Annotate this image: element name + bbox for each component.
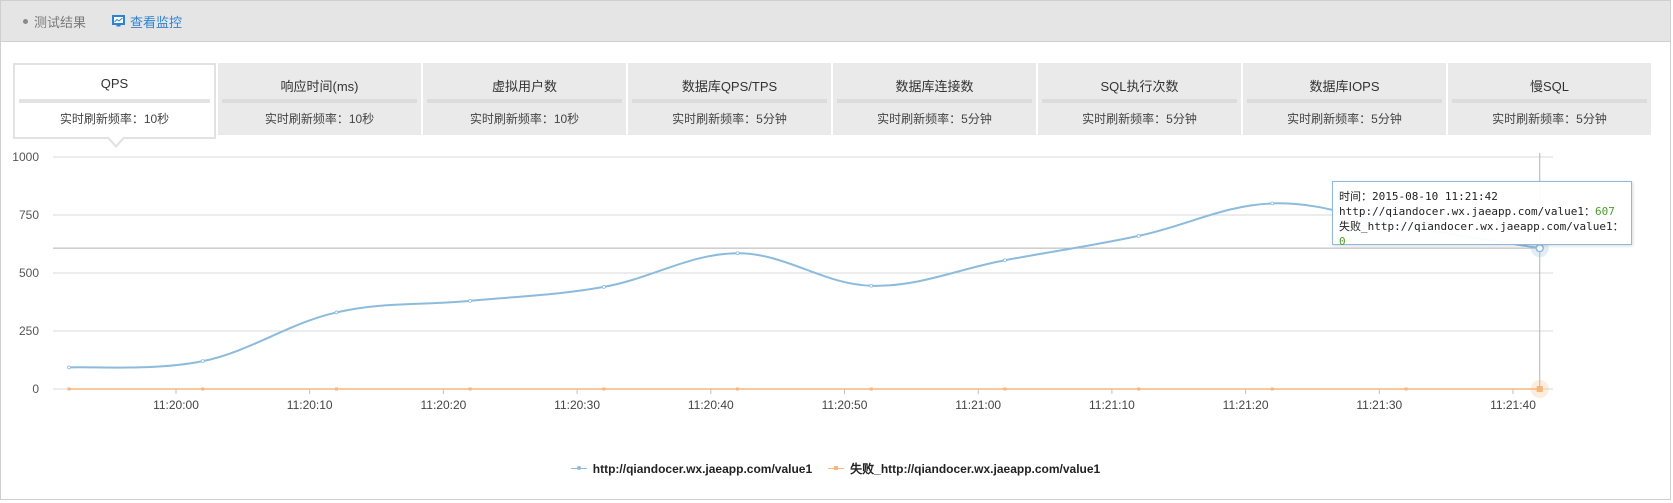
x-tick-label: 11:21:20	[1223, 398, 1269, 412]
panel-header: 测试结果 查看监控	[1, 1, 1670, 42]
legend-label-series1: http://qiandocer.wx.jaeapp.com/value1	[592, 461, 813, 476]
series-point-value1	[1136, 233, 1141, 238]
series-point-value1	[869, 283, 874, 288]
tab-refresh-rate: 实时刷新频率：5分钟	[1287, 112, 1402, 126]
tab-refresh-rate: 实时刷新频率：5分钟	[877, 112, 992, 126]
tooltip-series1-label: http://qiandocer.wx.jaeapp.com/value1：	[1339, 205, 1596, 218]
tab-divider	[1042, 99, 1237, 103]
tooltip-series2-label: 失败_http://qiandocer.wx.jaeapp.com/value1…	[1339, 220, 1624, 233]
series-point-fail	[201, 387, 205, 391]
series-point-value1	[601, 285, 606, 289]
tooltip-time: 时间：2015-08-10 11:21:42	[1339, 190, 1498, 203]
tab-slow-sql[interactable]: 慢SQL 实时刷新频率：5分钟	[1448, 63, 1651, 135]
tab-name: 慢SQL	[1529, 79, 1569, 94]
series-point-value1	[1270, 201, 1275, 206]
series-point-fail	[869, 387, 873, 391]
tab-name: 数据库QPS/TPS	[681, 79, 778, 94]
tab-qps[interactable]: QPS 实时刷新频率：10秒	[13, 63, 216, 148]
series-point-fail	[1404, 387, 1408, 391]
tooltip-series2-value: 0	[1339, 235, 1346, 248]
chart-tooltip: 时间：2015-08-10 11:21:42 http://qiandocer.…	[1332, 181, 1632, 248]
y-tick-label: 1000	[12, 150, 39, 164]
hover-point-fail	[1536, 386, 1543, 392]
legend-label-series2: 失败_http://qiandocer.wx.jaeapp.com/value1	[850, 462, 1101, 476]
series-point-value1	[200, 359, 205, 364]
series-point-value1	[468, 298, 473, 303]
view-monitor-label: 查看监控	[130, 14, 183, 30]
tab-sql-executions[interactable]: SQL执行次数 实时刷新频率：5分钟	[1038, 63, 1241, 135]
tab-name: 响应时间(ms)	[280, 79, 359, 94]
x-tick-label: 11:20:00	[153, 398, 199, 412]
tab-refresh-rate: 实时刷新频率：5分钟	[1492, 112, 1607, 126]
tab-divider	[837, 99, 1032, 103]
tab-db-iops[interactable]: 数据库IOPS 实时刷新频率：5分钟	[1243, 63, 1446, 135]
legend-item-series2[interactable]: 失败_http://qiandocer.wx.jaeapp.com/value1	[828, 460, 1100, 477]
y-tick-label: 250	[19, 324, 39, 338]
series-point-fail	[1003, 387, 1007, 391]
x-tick-label: 11:20:20	[420, 398, 466, 412]
series-point-fail	[602, 387, 606, 391]
tab-refresh-rate: 实时刷新频率：10秒	[469, 112, 580, 126]
test-result-panel: 测试结果 查看监控 QPS 实时刷新频率：10秒 响应时间(ms) 实时刷新频率…	[0, 0, 1671, 500]
y-tick-label: 500	[19, 266, 39, 280]
tab-refresh-rate: 实时刷新频率：5分钟	[1082, 112, 1197, 126]
x-tick-label: 11:20:30	[554, 398, 600, 412]
tab-refresh-rate: 实时刷新频率：10秒	[59, 112, 170, 126]
chart-legend: http://qiandocer.wx.jaeapp.com/value1 失败…	[1, 460, 1670, 477]
tab-name: 虚拟用户数	[491, 79, 557, 94]
tab-virtual-users[interactable]: 虚拟用户数 实时刷新频率：10秒	[423, 63, 626, 135]
tab-name: 数据库连接数	[895, 79, 974, 94]
tab-db-connections[interactable]: 数据库连接数 实时刷新频率：5分钟	[833, 63, 1036, 135]
tab-divider	[427, 99, 622, 103]
tooltip-series1-row: http://qiandocer.wx.jaeapp.com/value1：60…	[1339, 204, 1625, 219]
tab-divider	[1452, 99, 1647, 103]
tooltip-series1-value: 607	[1595, 205, 1615, 218]
series-point-fail	[334, 387, 338, 391]
bullet-icon	[23, 18, 28, 24]
series-point-fail	[67, 387, 71, 391]
tab-divider	[19, 99, 210, 103]
y-tick-label: 0	[32, 382, 39, 396]
legend-item-series1[interactable]: http://qiandocer.wx.jaeapp.com/value1	[570, 460, 813, 477]
test-result-label: 测试结果	[34, 14, 87, 30]
series-line-value1	[68, 202, 1540, 369]
x-tick-label: 11:21:40	[1490, 398, 1536, 412]
x-tick-label: 11:21:30	[1356, 398, 1402, 412]
tab-db-qps-tps[interactable]: 数据库QPS/TPS 实时刷新频率：5分钟	[628, 63, 831, 135]
series-point-fail	[736, 387, 740, 391]
legend-swatch-series2	[828, 465, 845, 472]
y-tick-label: 750	[19, 208, 39, 222]
view-monitor-link[interactable]: 查看监控	[112, 12, 182, 31]
legend-swatch-series1	[570, 465, 587, 472]
series-point-fail	[1137, 387, 1141, 391]
series-point-value1	[1003, 258, 1007, 263]
x-tick-label: 11:21:00	[955, 398, 1001, 412]
test-result-tab[interactable]: 测试结果	[23, 12, 86, 31]
tab-name: SQL执行次数	[1100, 79, 1179, 94]
tab-divider	[1247, 99, 1442, 103]
tab-refresh-rate: 实时刷新频率：10秒	[264, 112, 375, 126]
tab-name: QPS	[100, 76, 129, 91]
x-tick-label: 11:20:50	[822, 398, 868, 412]
tab-response-time[interactable]: 响应时间(ms) 实时刷新频率：10秒	[218, 63, 421, 135]
tab-refresh-rate: 实时刷新频率：5分钟	[672, 112, 787, 126]
x-tick-label: 11:20:40	[688, 398, 734, 412]
tab-name: 数据库IOPS	[1309, 79, 1380, 94]
metric-tabs: QPS 实时刷新频率：10秒 响应时间(ms) 实时刷新频率：10秒 虚拟用户数…	[13, 63, 1653, 148]
series-point-value1	[67, 365, 71, 370]
x-tick-label: 11:21:10	[1089, 398, 1135, 412]
series-point-value1	[334, 310, 339, 315]
x-tick-label: 11:20:10	[287, 398, 333, 412]
tab-divider	[632, 99, 827, 103]
tab-divider	[222, 99, 417, 103]
series-point-fail	[1270, 387, 1274, 391]
tooltip-series2-row: 失败_http://qiandocer.wx.jaeapp.com/value1…	[1339, 219, 1625, 249]
series-point-fail	[468, 387, 472, 391]
monitor-icon	[112, 15, 126, 27]
series-point-value1	[735, 251, 740, 256]
